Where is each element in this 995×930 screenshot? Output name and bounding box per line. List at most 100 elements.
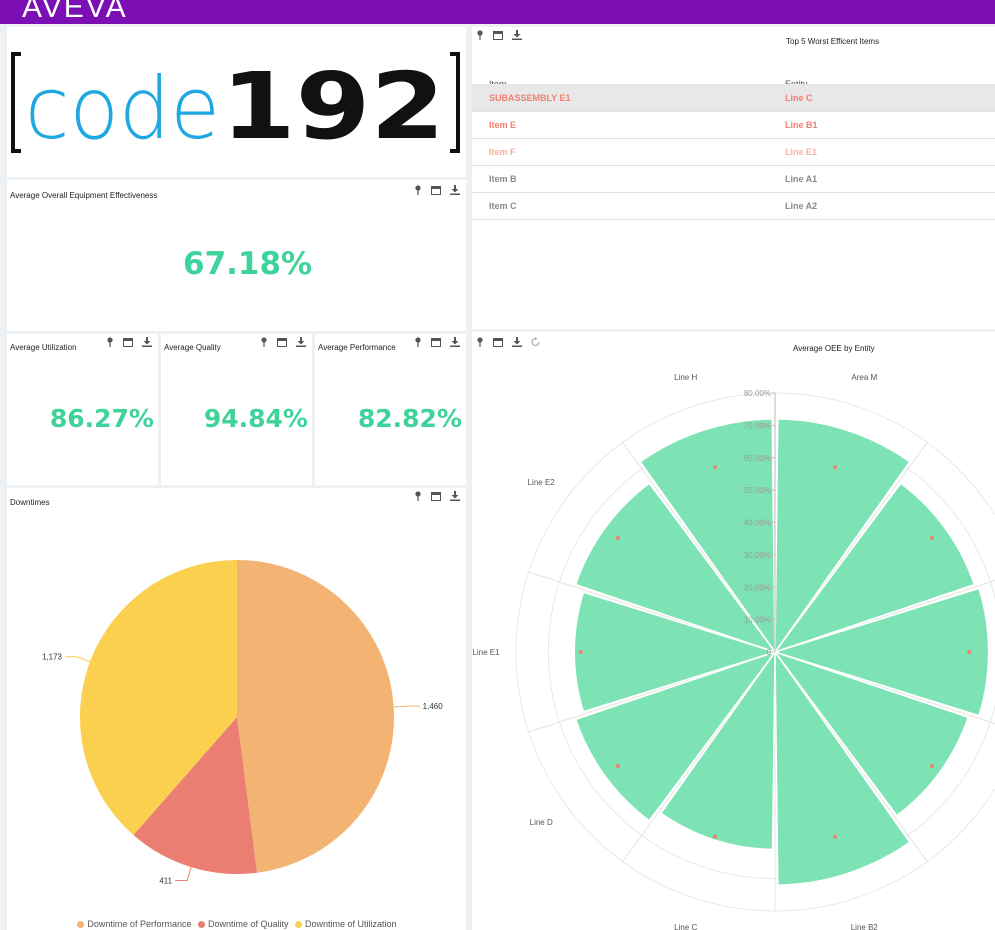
worst-title: Top 5 Worst Efficent Items xyxy=(786,37,880,46)
table-row[interactable]: Item E Line B1 xyxy=(472,111,995,139)
oee-by-entity-polar-chart: 0 10.00% 20.00% 30.00% 40.00% 50.00% 60.00% 70.… xyxy=(472,373,995,930)
cell-entity: Line C xyxy=(785,93,813,103)
cell-item: Item B xyxy=(489,174,517,184)
maximize-icon[interactable] xyxy=(431,185,441,195)
legend-dot-icon xyxy=(197,921,205,929)
pie-data-label: 411 xyxy=(159,877,172,886)
polar-category-label: Line D xyxy=(530,818,553,827)
download-icon[interactable] xyxy=(450,337,460,347)
pin-icon[interactable] xyxy=(414,185,422,195)
polar-category-label: Line E1 xyxy=(472,648,500,657)
oee-title: Average Overall Equipment Effectiveness xyxy=(10,191,158,200)
polar-category-label: Line H xyxy=(674,373,697,382)
oee-toolbar xyxy=(414,185,460,195)
polar-marker xyxy=(615,535,620,540)
radial-tick-label: 80.00% xyxy=(744,389,771,398)
polar-category-label: Line E2 xyxy=(528,478,556,487)
utilization-panel: Average Utilization 86.27% xyxy=(7,334,158,485)
polar-marker xyxy=(967,650,972,654)
download-icon[interactable] xyxy=(296,337,306,347)
maximize-icon[interactable] xyxy=(123,337,133,347)
table-row[interactable]: Item C Line A2 xyxy=(472,192,995,220)
polar-category-label: Line C xyxy=(674,923,697,930)
downtimes-pie-chart: 1,460 411 1,173 xyxy=(42,560,443,886)
pie-label-connector xyxy=(64,656,91,663)
performance-toolbar xyxy=(414,337,460,347)
polar-marker xyxy=(712,465,717,470)
cell-item: Item F xyxy=(489,147,516,157)
maximize-icon[interactable] xyxy=(431,337,441,347)
cell-item: Item C xyxy=(489,201,517,211)
pie-label-connector xyxy=(393,705,420,708)
radial-tick-label: 20.00% xyxy=(744,583,771,592)
utilization-title: Average Utilization xyxy=(10,343,77,352)
legend-label: Downtime of Quality xyxy=(207,919,289,929)
polar-category-label: Area M xyxy=(851,373,877,382)
quality-panel: Average Quality 94.84% xyxy=(161,334,312,485)
download-icon[interactable] xyxy=(512,30,522,40)
radial-tick-label: 30.00% xyxy=(744,551,771,560)
maximize-icon[interactable] xyxy=(277,337,287,347)
pie-data-label: 1,173 xyxy=(42,653,63,662)
legend-label: Downtime of Performance xyxy=(87,919,192,929)
table-row[interactable]: SUBASSEMBLY E1 Line C xyxy=(472,84,995,112)
pin-icon[interactable] xyxy=(476,30,484,40)
svg-text:code: code xyxy=(25,59,220,159)
cell-entity: Line A2 xyxy=(785,201,818,211)
downtimes-panel: Downtimes 1,460 411 1,173 Downtime of Perf… xyxy=(7,488,466,930)
utilization-value: 86.27% xyxy=(49,404,154,433)
polar-marker xyxy=(615,764,620,769)
pie-label-connector xyxy=(175,867,192,882)
quality-value: 94.84% xyxy=(203,404,308,433)
cell-item: Item E xyxy=(489,120,517,130)
polar-category-label: Line B2 xyxy=(851,923,879,930)
polar-marker xyxy=(833,465,838,470)
brand-logo: AVEVA xyxy=(22,0,128,24)
legend-item-utilization[interactable]: Downtime of Utilization xyxy=(295,919,397,929)
pin-icon[interactable] xyxy=(106,337,114,347)
performance-title: Average Performance xyxy=(318,343,396,352)
cell-entity: Line E1 xyxy=(785,147,818,157)
code192-logo: code 192 xyxy=(11,52,460,160)
legend-dot-icon xyxy=(295,921,303,929)
quality-title: Average Quality xyxy=(164,343,221,352)
pin-icon[interactable] xyxy=(414,337,422,347)
polar-marker xyxy=(833,834,838,839)
table-row[interactable]: Item F Line E1 xyxy=(472,138,995,166)
performance-panel: Average Performance 82.82% xyxy=(315,334,466,485)
legend-dot-icon xyxy=(77,921,85,929)
oee-panel: Average Overall Equipment Effectiveness … xyxy=(7,180,466,331)
radial-tick-label: 10.00% xyxy=(744,616,771,625)
polar-marker xyxy=(578,650,583,654)
quality-toolbar xyxy=(260,337,306,347)
table-row[interactable]: Item B Line A1 xyxy=(472,165,995,193)
download-icon[interactable] xyxy=(450,185,460,195)
oee-value: 67.18% xyxy=(183,246,313,282)
radial-tick-label: 50.00% xyxy=(744,486,771,495)
pie-legend: Downtime of Performance Downtime of Qual… xyxy=(7,919,466,929)
svg-text:192: 192 xyxy=(221,53,445,160)
radial-tick-label: 60.00% xyxy=(744,454,771,463)
worst-items-panel: Top 5 Worst Efficent Items Item Entity S… xyxy=(472,27,995,329)
radial-tick-label: 40.00% xyxy=(744,519,771,528)
radial-tick-label: 0 xyxy=(767,648,772,657)
worst-toolbar xyxy=(476,30,522,40)
polar-panel: Average OEE by Entity 0 10.00% 20.00% 30.00… xyxy=(472,332,995,930)
legend-item-quality[interactable]: Downtime of Quality xyxy=(197,919,289,929)
pin-icon[interactable] xyxy=(260,337,268,347)
legend-item-performance[interactable]: Downtime of Performance xyxy=(77,919,191,929)
download-icon[interactable] xyxy=(142,337,152,347)
maximize-icon[interactable] xyxy=(493,30,503,40)
legend-label: Downtime of Utilization xyxy=(305,919,397,929)
polar-marker xyxy=(930,535,935,540)
performance-value: 82.82% xyxy=(357,404,462,433)
logo-panel: code 192 xyxy=(7,27,466,177)
cell-entity: Line B1 xyxy=(785,120,818,130)
polar-marker xyxy=(930,764,935,769)
cell-entity: Line A1 xyxy=(785,174,818,184)
top-bar: AVEVA xyxy=(0,0,995,24)
pie-slice-performance[interactable] xyxy=(237,560,395,873)
polar-marker xyxy=(712,834,717,839)
radial-tick-label: 70.00% xyxy=(744,421,771,430)
cell-item: SUBASSEMBLY E1 xyxy=(489,93,571,103)
